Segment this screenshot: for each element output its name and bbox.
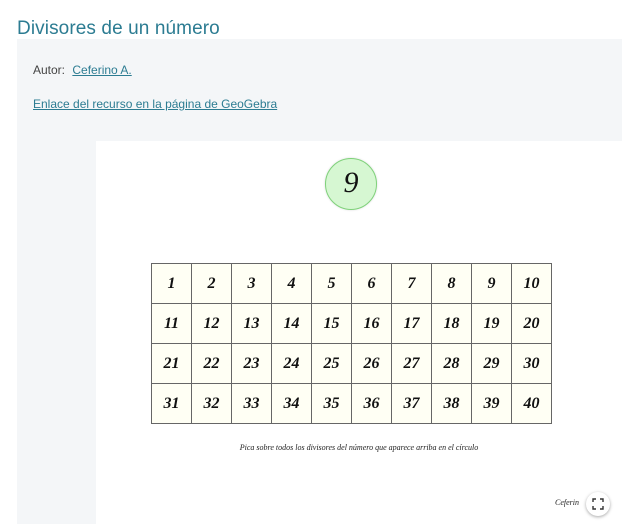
target-number-circle[interactable]: 9 <box>325 158 377 210</box>
resource-panel: Autor: Ceferino A. Enlace del recurso en… <box>17 39 622 524</box>
grid-row: 1 2 3 4 5 6 7 8 9 10 <box>151 263 552 304</box>
resource-link-line: Enlace del recurso en la página de GeoGe… <box>33 97 277 111</box>
geogebra-applet[interactable]: 9 1 2 3 4 5 6 7 8 9 10 11 12 13 14 15 16 17 18 19 20 21 22 23 2… <box>96 141 622 524</box>
number-cell[interactable]: 3 <box>231 263 272 304</box>
number-cell[interactable]: 31 <box>151 383 192 424</box>
author-link[interactable]: Ceferino A. <box>72 63 131 77</box>
number-cell[interactable]: 36 <box>351 383 392 424</box>
number-grid: 1 2 3 4 5 6 7 8 9 10 11 12 13 14 15 16 17 18 19 20 21 22 23 24 2… <box>151 263 552 424</box>
fullscreen-button[interactable] <box>586 492 610 516</box>
number-cell[interactable]: 28 <box>431 343 472 384</box>
number-cell[interactable]: 25 <box>311 343 352 384</box>
applet-signature: Ceferino A. <box>555 498 579 507</box>
number-cell[interactable]: 37 <box>391 383 432 424</box>
number-cell[interactable]: 1 <box>151 263 192 304</box>
number-cell[interactable]: 38 <box>431 383 472 424</box>
fullscreen-icon <box>592 498 604 510</box>
number-cell[interactable]: 27 <box>391 343 432 384</box>
number-cell[interactable]: 8 <box>431 263 472 304</box>
number-cell[interactable]: 5 <box>311 263 352 304</box>
page-title: Divisores de un número <box>17 17 220 39</box>
number-cell[interactable]: 20 <box>511 303 552 344</box>
number-cell[interactable]: 15 <box>311 303 352 344</box>
number-cell[interactable]: 24 <box>271 343 312 384</box>
number-cell[interactable]: 26 <box>351 343 392 384</box>
instruction-text: Pica sobre todos los divisores del númer… <box>239 443 479 452</box>
number-cell[interactable]: 4 <box>271 263 312 304</box>
number-cell[interactable]: 9 <box>471 263 512 304</box>
number-cell[interactable]: 14 <box>271 303 312 344</box>
number-cell[interactable]: 10 <box>511 263 552 304</box>
number-cell[interactable]: 30 <box>511 343 552 384</box>
number-cell[interactable]: 13 <box>231 303 272 344</box>
number-cell[interactable]: 2 <box>191 263 232 304</box>
grid-row: 11 12 13 14 15 16 17 18 19 20 <box>151 303 552 344</box>
number-cell[interactable]: 7 <box>391 263 432 304</box>
number-cell[interactable]: 23 <box>231 343 272 384</box>
number-cell[interactable]: 34 <box>271 383 312 424</box>
number-cell[interactable]: 18 <box>431 303 472 344</box>
number-cell[interactable]: 21 <box>151 343 192 384</box>
grid-row: 31 32 33 34 35 36 37 38 39 40 <box>151 383 552 424</box>
number-cell[interactable]: 16 <box>351 303 392 344</box>
author-label: Autor: <box>33 63 66 77</box>
number-cell[interactable]: 39 <box>471 383 512 424</box>
number-cell[interactable]: 32 <box>191 383 232 424</box>
author-line: Autor: Ceferino A. <box>33 63 132 77</box>
number-cell[interactable]: 19 <box>471 303 512 344</box>
number-cell[interactable]: 12 <box>191 303 232 344</box>
grid-row: 21 22 23 24 25 26 27 28 29 30 <box>151 343 552 384</box>
number-cell[interactable]: 17 <box>391 303 432 344</box>
number-cell[interactable]: 22 <box>191 343 232 384</box>
number-cell[interactable]: 40 <box>511 383 552 424</box>
number-cell[interactable]: 6 <box>351 263 392 304</box>
number-cell[interactable]: 29 <box>471 343 512 384</box>
number-cell[interactable]: 33 <box>231 383 272 424</box>
target-number: 9 <box>343 166 359 199</box>
geogebra-resource-link[interactable]: Enlace del recurso en la página de GeoGe… <box>33 97 277 111</box>
number-cell[interactable]: 35 <box>311 383 352 424</box>
number-cell[interactable]: 11 <box>151 303 192 344</box>
